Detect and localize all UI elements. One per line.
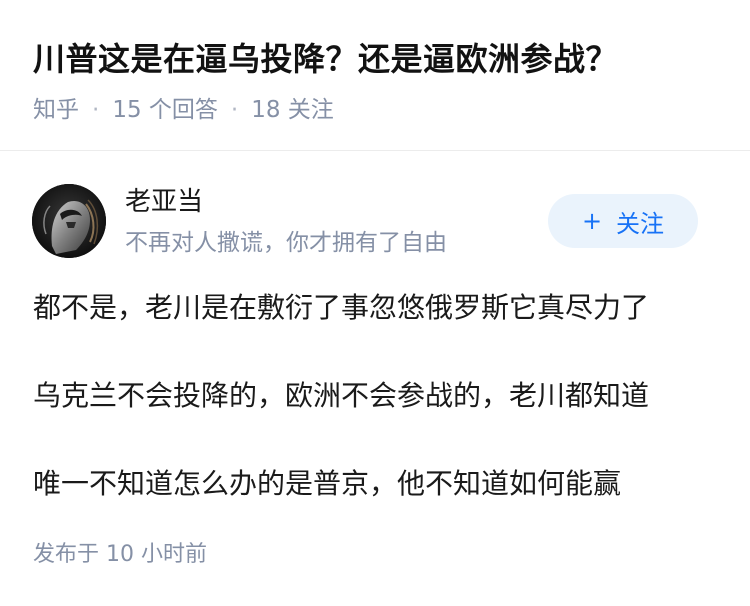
- question-title[interactable]: 川普这是在逼乌投降？还是逼欧洲参战？: [33, 36, 618, 82]
- question-header: 川普这是在逼乌投降？还是逼欧洲参战？ 知乎 · 15 个回答 · 18 关注: [0, 0, 750, 151]
- follower-count[interactable]: 18 关注: [251, 97, 334, 123]
- separator-dot: ·: [230, 97, 239, 123]
- publish-time: 发布于 10 小时前: [33, 542, 207, 567]
- avatar[interactable]: [32, 184, 106, 258]
- bio-fade-overlay: [475, 225, 535, 261]
- author-name[interactable]: 老亚当: [125, 183, 203, 221]
- follow-label: 关注: [616, 209, 665, 238]
- separator-dot: ·: [92, 97, 100, 123]
- answer-paragraph: 都不是，老川是在敷衍了事忽悠俄罗斯它真尽力了: [33, 291, 650, 324]
- author-bio-container: 不再对人撒谎，你才拥有了自由: [125, 225, 535, 261]
- source-label[interactable]: 知乎: [33, 97, 79, 123]
- author-bio: 不再对人撒谎，你才拥有了自由: [125, 230, 447, 256]
- avatar-image: [32, 184, 106, 258]
- author-row: 老亚当 不再对人撒谎，你才拥有了自由 + 关注: [0, 183, 750, 263]
- answer-count[interactable]: 15 个回答: [112, 97, 218, 123]
- question-meta: 知乎 · 15 个回答 · 18 关注: [33, 94, 334, 126]
- answer-paragraph: 乌克兰不会投降的，欧洲不会参战的，老川都知道: [33, 379, 650, 412]
- answer-paragraph: 唯一不知道怎么办的是普京，他不知道如何能赢: [33, 467, 622, 500]
- follow-button[interactable]: + 关注: [548, 194, 698, 248]
- answer-body: 都不是，老川是在敷衍了事忽悠俄罗斯它真尽力了 乌克兰不会投降的，欧洲不会参战的，…: [33, 285, 723, 549]
- plus-icon: +: [581, 207, 603, 235]
